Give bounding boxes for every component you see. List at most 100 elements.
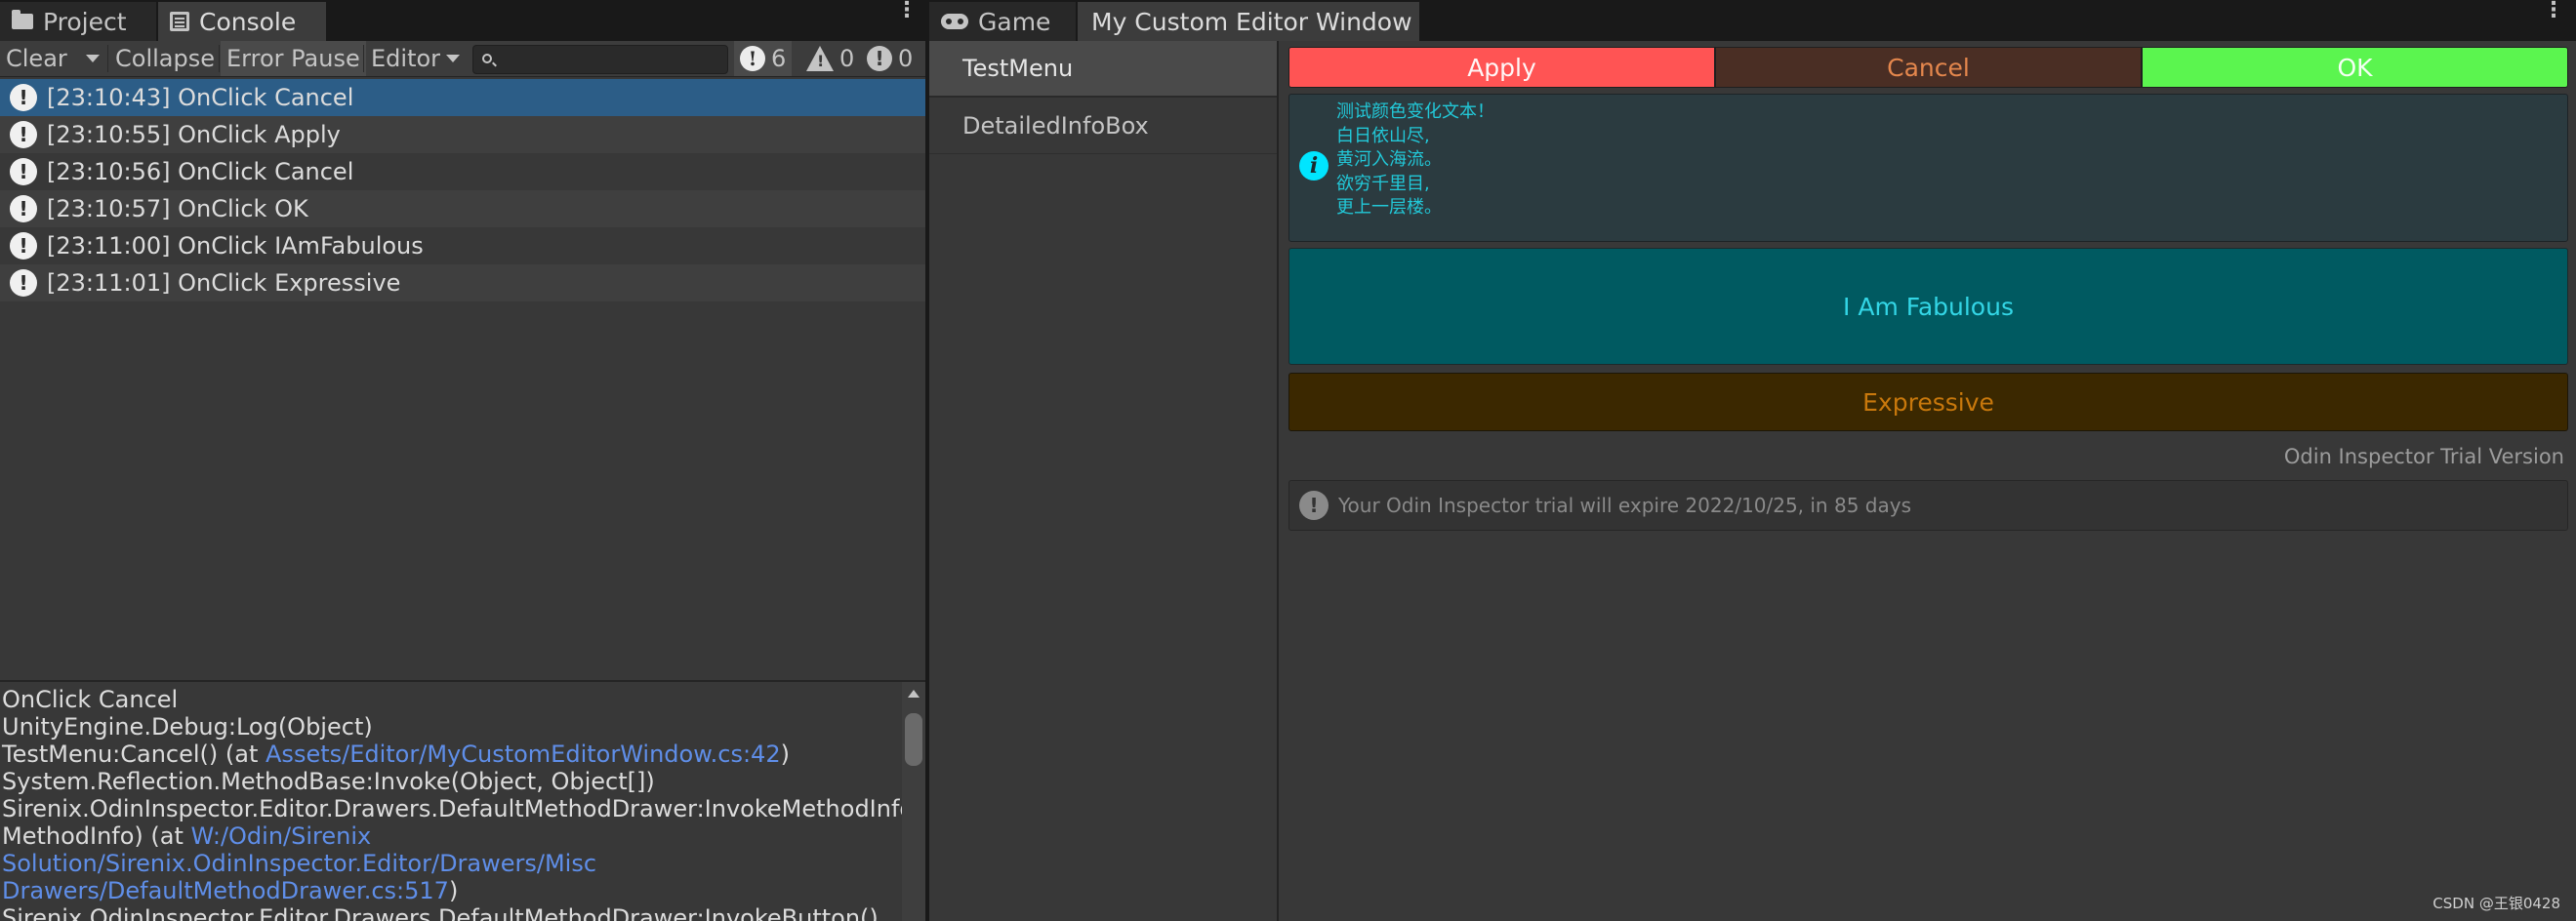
log-list: ! [23:10:43] OnClick Cancel ! [23:10:55]… xyxy=(0,79,925,301)
log-entry-text: [23:10:57] OnClick OK xyxy=(47,195,308,222)
detail-line: System.Reflection.MethodBase:Invoke(Obje… xyxy=(2,768,655,795)
editor-menu-icon[interactable]: ⋮ xyxy=(2543,0,2564,21)
editor-dropdown[interactable]: Editor xyxy=(365,41,466,76)
menu-item-testmenu[interactable]: TestMenu xyxy=(929,41,1277,98)
warning-filter-toggle[interactable]: 0 xyxy=(800,41,860,76)
detail-line: Sirenix.OdinInspector.Editor.Drawers.Def… xyxy=(2,795,902,822)
source-link[interactable]: Assets/Editor/MyCustomEditorWindow.cs:42 xyxy=(266,741,781,768)
scroll-thumb[interactable] xyxy=(905,713,922,766)
log-entry[interactable]: ! [23:10:43] OnClick Cancel xyxy=(0,79,925,116)
detail-line: UnityEngine.Debug:Log(Object) xyxy=(2,713,373,741)
tab-custom-label: My Custom Editor Window xyxy=(1091,7,1412,36)
tab-console-label: Console xyxy=(199,7,297,36)
i-am-fabulous-button[interactable]: I Am Fabulous xyxy=(1288,248,2568,365)
info-line: 测试颜色变化文本！ xyxy=(1336,101,1494,122)
menu-item-label: TestMenu xyxy=(962,55,1074,82)
detail-line: Sirenix.OdinInspector.Editor.Drawers.Def… xyxy=(2,904,879,921)
log-entry[interactable]: ! [23:10:56] OnClick Cancel xyxy=(0,153,925,190)
info-filter-toggle[interactable]: ! 6 xyxy=(734,41,793,76)
source-link[interactable]: Drawers/DefaultMethodDrawer.cs:517 xyxy=(2,877,449,904)
info-box-text: 测试颜色变化文本！ 白日依山尽, 黄河入海流。 欲穷千里目, 更上一层楼。 xyxy=(1336,100,1494,220)
editor-dropdown-label: Editor xyxy=(371,45,441,72)
info-icon: ! xyxy=(10,158,37,185)
detail-line: MethodInfo) (at W:/Odin/Sirenix xyxy=(2,822,902,850)
info-line: 更上一层楼。 xyxy=(1336,197,1442,218)
log-entry-text: [23:11:00] OnClick IAmFabulous xyxy=(47,232,424,260)
info-box: i 测试颜色变化文本！ 白日依山尽, 黄河入海流。 欲穷千里目, 更上一层楼。 xyxy=(1288,94,2568,242)
collapse-button[interactable]: Collapse xyxy=(109,41,221,76)
ok-button[interactable]: OK xyxy=(2142,47,2568,88)
editor-tabbar: Game My Custom Editor Window ⋮ xyxy=(929,0,2576,41)
tab-project-label: Project xyxy=(43,7,127,36)
collapse-button-label: Collapse xyxy=(115,45,215,72)
info-icon: ! xyxy=(10,195,37,222)
log-entry[interactable]: ! [23:10:57] OnClick OK xyxy=(0,190,925,227)
trial-notice: ! Your Odin Inspector trial will expire … xyxy=(1288,480,2568,531)
apply-button[interactable]: Apply xyxy=(1288,47,1715,88)
detail-text: ) xyxy=(448,877,459,904)
watermark: CSDN @王银0428 xyxy=(2433,895,2560,912)
console-toolbar: Clear Collapse Error Pause Editor ! 6 0 xyxy=(0,41,925,77)
search-icon xyxy=(482,54,492,63)
button-group: Apply Cancel OK xyxy=(1288,47,2568,88)
console-panel: Project Console ⋮ Clear Collapse Error P… xyxy=(0,0,925,921)
log-entry-text: [23:10:56] OnClick Cancel xyxy=(47,158,354,185)
console-icon xyxy=(170,12,189,31)
folder-icon xyxy=(12,10,33,29)
warning-icon xyxy=(806,46,834,71)
trial-message: Your Odin Inspector trial will expire 20… xyxy=(1338,494,1911,517)
error-count: 0 xyxy=(898,45,914,72)
menu-item-detailedinfobox[interactable]: DetailedInfoBox xyxy=(929,98,1277,154)
info-line: 黄河入海流。 xyxy=(1336,149,1442,170)
log-entry[interactable]: ! [23:11:00] OnClick IAmFabulous xyxy=(0,227,925,264)
inspector-content: Apply Cancel OK i 测试颜色变化文本！ 白日依山尽, 黄河入海流… xyxy=(1281,41,2576,921)
clear-options-dropdown[interactable] xyxy=(74,41,105,76)
expressive-button[interactable]: Expressive xyxy=(1288,373,2568,431)
error-pause-button[interactable]: Error Pause xyxy=(221,41,366,76)
tab-game-label: Game xyxy=(978,7,1051,36)
trial-version-label: Odin Inspector Trial Version xyxy=(2283,445,2564,468)
error-pause-button-label: Error Pause xyxy=(226,45,360,72)
cancel-button[interactable]: Cancel xyxy=(1715,47,2142,88)
menu-item-label: DetailedInfoBox xyxy=(962,111,1149,140)
tab-console[interactable]: Console xyxy=(158,2,326,41)
chevron-down-icon xyxy=(86,55,100,62)
clear-button-label: Clear xyxy=(6,45,67,72)
error-filter-toggle[interactable]: ! 0 xyxy=(861,41,919,76)
log-entry-text: [23:10:43] OnClick Cancel xyxy=(47,84,354,111)
clear-button[interactable]: Clear xyxy=(0,41,73,76)
error-icon: ! xyxy=(867,46,892,71)
detail-line: TestMenu:Cancel() (at Assets/Editor/MyCu… xyxy=(2,741,902,768)
source-link[interactable]: W:/Odin/Sirenix xyxy=(191,822,372,850)
detail-line: Solution/Sirenix.OdinInspector.Editor/Dr… xyxy=(2,850,902,877)
detail-scrollbar[interactable] xyxy=(902,682,925,921)
detail-line: Drawers/DefaultMethodDrawer.cs:517) xyxy=(2,877,902,904)
info-icon: ! xyxy=(10,84,37,111)
detail-text: ) xyxy=(780,741,790,768)
info-line: 白日依山尽, xyxy=(1336,125,1430,146)
menu-tree: TestMenu DetailedInfoBox xyxy=(929,41,1279,921)
info-icon: ! xyxy=(10,121,37,148)
detail-text: MethodInfo) (at xyxy=(2,822,191,850)
chevron-down-icon xyxy=(446,55,461,62)
tab-project[interactable]: Project xyxy=(0,2,156,41)
detail-line: OnClick Cancel xyxy=(2,686,179,713)
log-detail: OnClick Cancel UnityEngine.Debug:Log(Obj… xyxy=(0,682,902,921)
info-icon: ! xyxy=(10,269,37,297)
custom-editor-panel: Game My Custom Editor Window ⋮ TestMenu … xyxy=(929,0,2576,921)
info-icon: i xyxy=(1299,151,1329,180)
info-line: 欲穷千里目, xyxy=(1336,173,1430,194)
info-count: 6 xyxy=(771,45,787,72)
log-entry-text: [23:10:55] OnClick Apply xyxy=(47,121,341,148)
scroll-up-icon[interactable] xyxy=(908,690,920,698)
console-menu-icon[interactable]: ⋮ xyxy=(896,0,918,21)
log-entry[interactable]: ! [23:10:55] OnClick Apply xyxy=(0,116,925,153)
tab-my-custom-editor-window[interactable]: My Custom Editor Window xyxy=(1078,2,1419,41)
log-entry-text: [23:11:01] OnClick Expressive xyxy=(47,269,401,297)
console-tabbar: Project Console ⋮ xyxy=(0,0,925,41)
gamepad-icon xyxy=(941,14,968,29)
log-entry[interactable]: ! [23:11:01] OnClick Expressive xyxy=(0,264,925,301)
source-link[interactable]: Solution/Sirenix.OdinInspector.Editor/Dr… xyxy=(2,850,596,877)
tab-game[interactable]: Game xyxy=(929,2,1076,41)
search-input[interactable] xyxy=(472,45,728,74)
